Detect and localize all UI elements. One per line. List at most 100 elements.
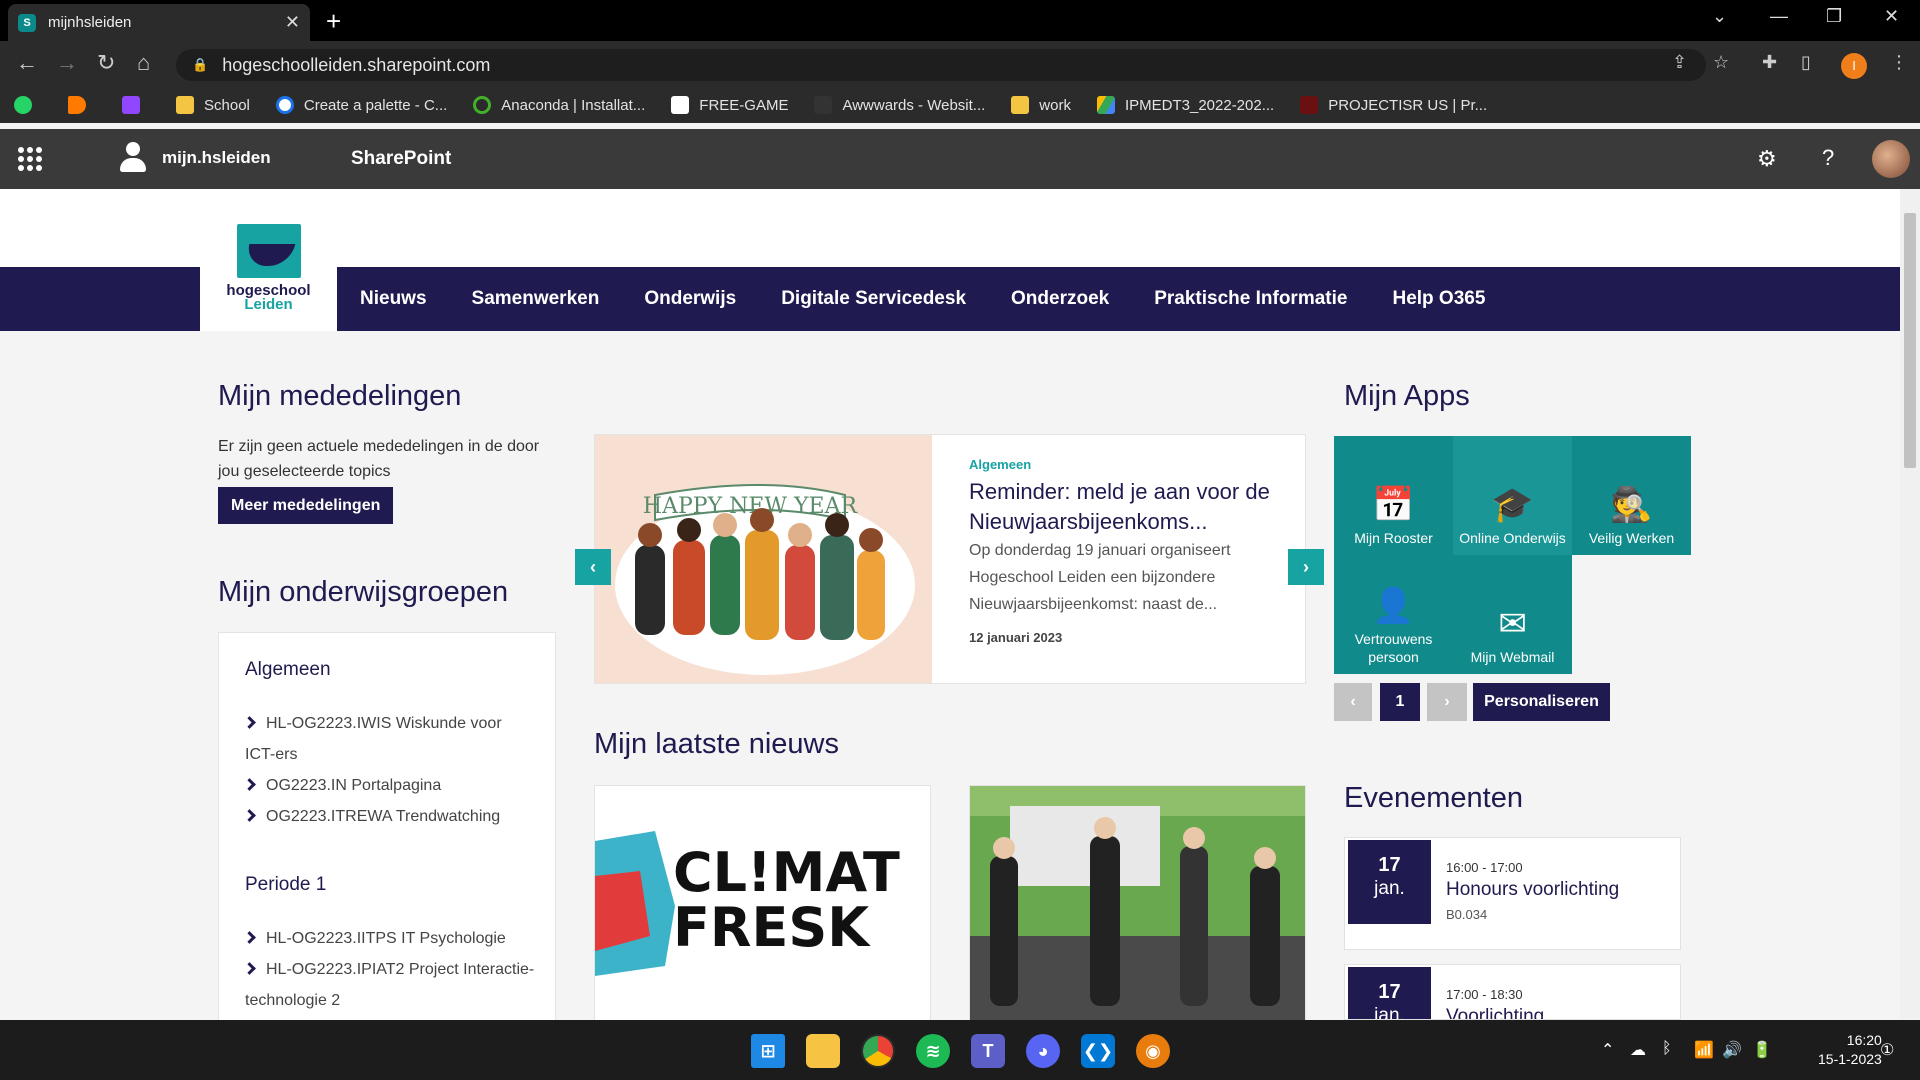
home-icon[interactable]: ⌂ (137, 50, 150, 76)
bookmark-player[interactable] (68, 96, 96, 114)
reload-icon[interactable]: ↻ (97, 50, 115, 76)
meer-mededelingen-button[interactable]: Meer mededelingen (218, 487, 394, 524)
apps-prev-page-button[interactable]: ‹ (1334, 683, 1372, 721)
notification-icon[interactable]: ① (1880, 1040, 1894, 1060)
group-link[interactable]: OG2223.IN Portalpagina (243, 770, 535, 801)
sharepoint-link[interactable]: SharePoint (351, 148, 451, 170)
back-icon[interactable]: ← (16, 50, 38, 76)
page-scrollbar[interactable] (1900, 189, 1920, 1019)
spy-icon: 🕵 (1610, 486, 1653, 524)
app-online-onderwijs[interactable]: 🎓 Online Onderwijs (1453, 436, 1572, 555)
bookmark-work[interactable]: work (1011, 96, 1071, 114)
bookmark-awwwards[interactable]: Awwwards - Websit... (814, 96, 985, 114)
carousel-prev-button[interactable]: ‹ (575, 549, 611, 585)
hogeschool-leiden-logo[interactable]: hogeschool Leiden (200, 219, 337, 331)
bookmark-star-icon[interactable]: ☆ (1713, 52, 1729, 73)
bookmark-palette[interactable]: Create a palette - C... (275, 96, 447, 114)
start-icon[interactable]: ⊞ (751, 1034, 785, 1068)
browser-tab[interactable]: S mijnhsleiden ✕ (8, 4, 310, 41)
nav-help-o365[interactable]: Help O365 (1392, 288, 1485, 310)
mededelingen-title: Mijn mededelingen (218, 380, 462, 412)
url-bar[interactable]: 🔒 hogeschoolleiden.sharepoint.com (176, 49, 1706, 81)
account-avatar[interactable] (1872, 140, 1910, 178)
event-card[interactable]: 17 jan. 17:00 - 18:30 Voorlichting (1344, 964, 1681, 1020)
close-tab-icon[interactable]: ✕ (285, 12, 300, 33)
nav-digitale-servicedesk[interactable]: Digitale Servicedesk (781, 288, 966, 310)
bookmark-anaconda[interactable]: Anaconda | Installat... (473, 96, 645, 114)
sharepoint-suite-bar (0, 129, 1920, 189)
group-link[interactable]: HL-OG2223.IWIS Wiskunde voor ICT-ers (243, 708, 535, 770)
app-label: Mijn Rooster (1354, 530, 1433, 546)
vscode-icon[interactable]: ❮❯ (1081, 1034, 1115, 1068)
wifi-icon[interactable]: 📶 (1694, 1040, 1714, 1060)
app-vertrouwenspersoon[interactable]: 👤 Vertrouwens persoon (1334, 555, 1453, 674)
app-veilig-werken[interactable]: 🕵 Veilig Werken (1572, 436, 1691, 555)
bookmark-projectisr[interactable]: PROJECTISR US | Pr... (1300, 96, 1487, 114)
page-icon (671, 96, 690, 114)
chevron-right-icon (243, 962, 256, 975)
chrome-icon[interactable] (861, 1034, 895, 1068)
browser-menu-icon[interactable]: ⋮ (1890, 52, 1908, 73)
extensions-icon[interactable]: ✚ (1762, 52, 1777, 73)
banner-text: HAPPY NEW YEAR (643, 494, 859, 519)
side-panel-icon[interactable]: ▯ (1801, 52, 1811, 73)
group-link[interactable]: HL-OG2223.IITPS IT Psychologie (243, 923, 535, 954)
bookmark-ipmedt3[interactable]: IPMEDT3_2022-202... (1096, 96, 1274, 114)
nav-onderwijs[interactable]: Onderwijs (644, 288, 736, 310)
tray-chevron-up-icon[interactable]: ⌃ (1601, 1040, 1614, 1060)
profile-avatar[interactable]: I (1841, 53, 1867, 79)
help-icon[interactable]: ? (1822, 145, 1834, 171)
user-icon (118, 142, 148, 174)
battery-icon[interactable]: 🔋 (1752, 1040, 1772, 1060)
blender-icon[interactable]: ◉ (1136, 1034, 1170, 1068)
minimize-icon[interactable]: — (1770, 6, 1788, 27)
bookmark-label: Awwwards - Websit... (842, 96, 986, 114)
carousel-next-button[interactable]: › (1288, 549, 1324, 585)
apps-next-page-button[interactable]: › (1427, 683, 1467, 721)
share-icon[interactable]: ⇪ (1672, 52, 1687, 73)
nav-praktische-informatie[interactable]: Praktische Informatie (1154, 288, 1347, 310)
bookmark-school[interactable]: School (176, 96, 250, 114)
personaliseren-button[interactable]: Personaliseren (1473, 683, 1610, 721)
news-card-dance-photo[interactable] (969, 785, 1306, 1025)
bookmark-label: work (1039, 96, 1071, 114)
apps-page-number[interactable]: 1 (1380, 683, 1420, 721)
scrollbar-thumb[interactable] (1904, 213, 1916, 468)
nav-samenwerken[interactable]: Samenwerken (472, 288, 600, 310)
news-card-climate-fresk[interactable]: CL!MAT FRESK (594, 785, 931, 1025)
site-home-link[interactable]: mijn.hsleiden (118, 142, 271, 174)
news-title[interactable]: Reminder: meld je aan voor de Nieuwjaars… (969, 477, 1289, 537)
onedrive-icon[interactable]: ☁ (1630, 1040, 1646, 1060)
bookmark-free-game[interactable]: FREE-GAME (671, 96, 788, 114)
url-text: hogeschoolleiden.sharepoint.com (222, 54, 491, 75)
group-link[interactable]: OG2223.ITREWA Trendwatching (243, 801, 535, 832)
discord-icon[interactable]: ◕ (1026, 1034, 1060, 1068)
settings-gear-icon[interactable]: ⚙ (1757, 146, 1777, 172)
new-tab-icon[interactable]: + (326, 6, 341, 37)
app-label: Online Onderwijs (1459, 530, 1566, 546)
event-time: 16:00 - 17:00 (1446, 860, 1523, 875)
nav-onderzoek[interactable]: Onderzoek (1011, 288, 1109, 310)
group-link[interactable]: HL-OG2223.IPIAT2 Project Interactie-tech… (243, 954, 535, 1016)
teams-icon[interactable]: T (971, 1034, 1005, 1068)
restore-icon[interactable]: ❐ (1826, 6, 1842, 27)
bookmark-twitch[interactable] (122, 96, 150, 114)
bookmark-whatsapp[interactable] (14, 96, 42, 114)
app-mijn-rooster[interactable]: 📅 Mijn Rooster (1334, 436, 1453, 555)
site-name: mijn.hsleiden (162, 148, 271, 167)
tab-search-chevron-icon[interactable]: ⌄ (1712, 6, 1727, 27)
volume-icon[interactable]: 🔊 (1722, 1040, 1742, 1060)
forward-icon[interactable]: → (56, 50, 78, 76)
event-card[interactable]: 17 jan. 16:00 - 17:00 Honours voorlichti… (1344, 837, 1681, 950)
nav-nieuws[interactable]: Nieuws (360, 288, 427, 310)
bluetooth-icon[interactable]: ᛒ (1662, 1040, 1672, 1058)
taskbar-clock[interactable]: 16:20 15-1-2023 (1818, 1031, 1882, 1069)
app-launcher-icon[interactable] (18, 147, 42, 171)
app-mijn-webmail[interactable]: ✉ Mijn Webmail (1453, 555, 1572, 674)
spotify-icon[interactable]: ≋ (916, 1034, 950, 1068)
close-window-icon[interactable]: ✕ (1884, 6, 1899, 27)
file-explorer-icon[interactable] (806, 1034, 840, 1068)
bookmark-label: Anaconda | Installat... (501, 96, 646, 114)
news-carousel[interactable]: HAPPY NEW YEAR ‹ › Algemeen Reminder: me… (575, 434, 1324, 684)
calendar-icon: 📅 (1372, 486, 1415, 524)
